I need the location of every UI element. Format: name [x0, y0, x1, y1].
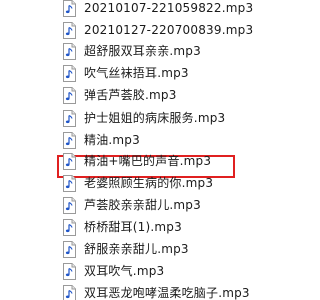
file-row[interactable]: 芦荟胶亲亲甜儿.mp3 [0, 195, 300, 216]
audio-file-icon [63, 219, 76, 236]
file-row[interactable]: 弹舌芦荟胶.mp3 [0, 85, 300, 106]
file-row[interactable]: 吹气丝袜捂耳.mp3 [0, 63, 300, 84]
file-name: 精油.mp3 [84, 133, 140, 147]
audio-file-icon [63, 285, 76, 300]
file-list: 20210107-221059822.mp3 20210127-220700839… [0, 0, 300, 300]
audio-file-icon [63, 175, 76, 192]
file-row[interactable]: 双耳恶龙咆哮温柔吃脑子.mp3 [0, 283, 300, 300]
file-row[interactable]: 双耳吹气.mp3 [0, 261, 300, 282]
file-name: 双耳吹气.mp3 [84, 264, 165, 278]
file-row[interactable]: 桥桥甜耳(1).mp3 [0, 217, 300, 238]
file-row[interactable]: 舒服亲亲甜儿.mp3 [0, 239, 300, 260]
audio-file-icon [63, 263, 76, 280]
file-row[interactable]: 20210127-220700839.mp3 [0, 20, 300, 41]
file-row[interactable]: 精油+嘴巴的声音.mp3 [0, 151, 300, 172]
file-name: 20210107-221059822.mp3 [84, 1, 254, 15]
audio-file-icon [63, 110, 76, 127]
file-name: 老婆照顾生病的你.mp3 [84, 176, 214, 190]
audio-file-icon [63, 22, 76, 39]
file-name: 桥桥甜耳(1).mp3 [84, 220, 182, 234]
audio-file-icon [63, 241, 76, 258]
file-name: 精油+嘴巴的声音.mp3 [84, 154, 212, 168]
file-name: 芦荟胶亲亲甜儿.mp3 [84, 198, 201, 212]
file-name: 超舒服双耳亲亲.mp3 [84, 44, 201, 58]
file-name: 护士姐姐的病床服务.mp3 [84, 111, 226, 125]
file-row[interactable]: 老婆照顾生病的你.mp3 [0, 173, 300, 194]
audio-file-icon [63, 197, 76, 214]
file-name: 弹舌芦荟胶.mp3 [84, 88, 177, 102]
audio-file-icon [63, 132, 76, 149]
file-name: 20210127-220700839.mp3 [84, 23, 254, 37]
file-row[interactable]: 护士姐姐的病床服务.mp3 [0, 108, 300, 129]
audio-file-icon [63, 0, 76, 17]
file-name: 舒服亲亲甜儿.mp3 [84, 242, 189, 256]
file-name: 双耳恶龙咆哮温柔吃脑子.mp3 [84, 286, 250, 300]
audio-file-icon [63, 87, 76, 104]
file-row[interactable]: 超舒服双耳亲亲.mp3 [0, 41, 300, 62]
audio-file-icon [63, 153, 76, 170]
file-name: 吹气丝袜捂耳.mp3 [84, 66, 189, 80]
file-row[interactable]: 20210107-221059822.mp3 [0, 0, 300, 19]
file-row[interactable]: 精油.mp3 [0, 130, 300, 151]
audio-file-icon [63, 65, 76, 82]
audio-file-icon [63, 43, 76, 60]
